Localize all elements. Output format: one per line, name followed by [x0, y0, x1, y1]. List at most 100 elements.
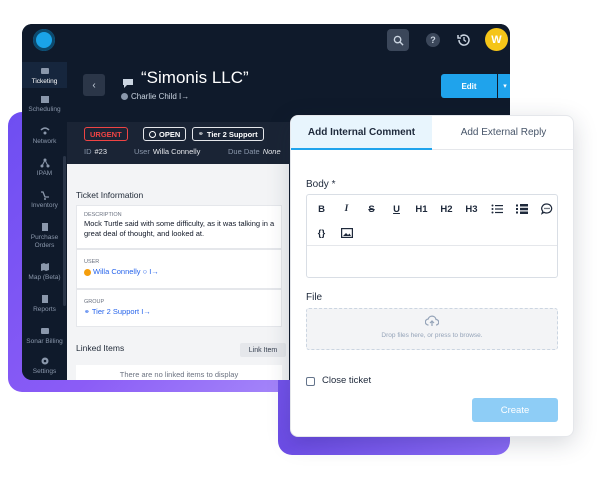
tab-internal-comment[interactable]: Add Internal Comment: [291, 116, 432, 150]
sidebar-item-label: Network: [32, 138, 57, 145]
sidebar-item-label: Reports: [33, 306, 56, 313]
sidebar-item-label: Settings: [32, 368, 57, 375]
sidebar-item-inventory[interactable]: Inventory: [22, 190, 67, 210]
contact-avatar: [121, 93, 128, 101]
user-avatar[interactable]: W: [485, 28, 508, 51]
user-card: USER Willa Connelly ○ I→: [76, 249, 282, 289]
comment-icon[interactable]: [534, 199, 559, 219]
group-label: Tier 2 Support: [206, 129, 258, 139]
ticket-due-date: Due Date None: [228, 147, 281, 156]
linked-items-empty: There are no linked items to display: [76, 365, 282, 380]
sidebar-item-sonar-billing[interactable]: Sonar Billing: [22, 326, 67, 346]
bold-button[interactable]: B: [309, 199, 334, 219]
image-icon[interactable]: [334, 223, 359, 243]
close-ticket-checkbox[interactable]: [306, 377, 315, 386]
editor-toolbar-row-2: {}: [309, 221, 359, 245]
ticket-id: ID #23: [84, 147, 108, 156]
sidebar-item-label: Purchase Orders: [30, 234, 59, 249]
app-logo-icon[interactable]: [33, 29, 55, 51]
underline-button[interactable]: U: [384, 199, 409, 219]
back-button[interactable]: ‹: [83, 74, 105, 96]
heading2-button[interactable]: H2: [434, 199, 459, 219]
dropzone-text: Drop files here, or press to browse.: [381, 332, 483, 339]
group-link[interactable]: ⚭ Tier 2 Support I→: [84, 307, 151, 318]
ticket-user: User Willa Connelly: [134, 147, 201, 156]
sidebar-item-map[interactable]: Map (Beta): [22, 262, 67, 282]
sidebar-item-network[interactable]: Network: [22, 126, 67, 146]
help-icon[interactable]: ?: [426, 33, 440, 47]
strikethrough-button[interactable]: S: [359, 199, 384, 219]
contact-name: Charlie Child I→: [131, 92, 190, 101]
user-link[interactable]: Willa Connelly ○ I→: [84, 267, 159, 277]
code-block-button[interactable]: {}: [309, 223, 334, 243]
sidebar-item-label: Sonar Billing: [26, 338, 63, 345]
settings-icon: [41, 357, 48, 365]
user-avatar-small: [84, 268, 91, 276]
ticket-icon: [40, 68, 49, 74]
ticket-content: Ticket Information DESCRIPTION Mock Turt…: [67, 164, 289, 380]
status-badge: OPEN: [143, 127, 187, 141]
group-icon: ⚭: [84, 309, 90, 316]
body-label: Body *: [306, 179, 336, 190]
body-editor[interactable]: B I S U H1 H2 H3 {}: [306, 194, 558, 278]
sidebar-item-label: Map (Beta): [28, 274, 61, 281]
file-dropzone[interactable]: Drop files here, or press to browse.: [306, 308, 558, 350]
group-badge: ⚭ Tier 2 Support: [192, 127, 264, 141]
sidebar-item-label: IPAM: [36, 170, 53, 177]
sidebar-item-label: Scheduling: [28, 106, 61, 113]
section-title-linked-items: Linked Items: [76, 343, 125, 353]
tab-external-reply[interactable]: Add External Reply: [432, 116, 573, 150]
status-label: OPEN: [159, 129, 181, 139]
purchase-orders-icon: [41, 223, 48, 231]
sidebar-item-label: Inventory: [31, 202, 58, 209]
sidebar: Ticketing Scheduling Network IPAM Invent…: [22, 56, 67, 380]
priority-badge: URGENT: [84, 127, 128, 141]
top-bar: ? W: [22, 24, 510, 56]
upload-cloud-icon: [425, 315, 439, 326]
section-title-ticket-information: Ticket Information: [76, 190, 144, 200]
search-icon[interactable]: [387, 29, 409, 51]
heading3-button[interactable]: H3: [459, 199, 484, 219]
history-icon[interactable]: [456, 32, 472, 48]
sidebar-item-ipam[interactable]: IPAM: [22, 158, 67, 178]
edit-dropdown-icon[interactable]: ▾: [498, 74, 510, 98]
description-card: DESCRIPTION Mock Turtle said with some d…: [76, 205, 282, 249]
sidebar-item-settings[interactable]: Settings: [22, 356, 67, 376]
sidebar-item-label: Ticketing: [31, 78, 58, 85]
group-field-label: GROUP: [84, 299, 105, 305]
italic-button[interactable]: I: [334, 199, 359, 219]
description-text: Mock Turtle said with some difficulty, a…: [84, 219, 275, 238]
status-icon: [149, 130, 156, 138]
editor-divider: [307, 245, 557, 246]
sidebar-item-purchase-orders[interactable]: Purchase Orders: [22, 222, 67, 250]
ticket-chat-icon: [123, 79, 133, 88]
description-label: DESCRIPTION: [84, 212, 122, 218]
inventory-icon: [40, 191, 49, 200]
edit-button[interactable]: Edit: [441, 74, 497, 98]
sidebar-item-ticketing[interactable]: Ticketing: [22, 62, 67, 88]
page-title: “Simonis LLC”: [141, 68, 249, 87]
stage: ? W Ticketing Scheduling Network IPAM In…: [0, 0, 600, 484]
group-icon: ⚭: [198, 131, 204, 138]
sidebar-item-scheduling[interactable]: Scheduling: [22, 94, 67, 114]
sidebar-scrollbar[interactable]: [63, 156, 66, 306]
file-label: File: [306, 292, 323, 303]
sidebar-item-reports[interactable]: Reports: [22, 294, 67, 314]
comment-panel: Add Internal Comment Add External Reply …: [290, 115, 574, 437]
ipam-icon: [40, 158, 49, 168]
close-ticket-label[interactable]: Close ticket: [322, 375, 371, 386]
network-icon: [39, 127, 50, 135]
group-card: GROUP ⚭ Tier 2 Support I→: [76, 289, 282, 327]
editor-toolbar: B I S U H1 H2 H3: [309, 197, 559, 221]
bullet-list-icon[interactable]: [484, 199, 509, 219]
link-items-button[interactable]: Link Item: [240, 343, 286, 357]
numbered-list-icon[interactable]: [509, 199, 534, 219]
calendar-icon: [40, 96, 49, 103]
billing-icon: [40, 328, 49, 334]
heading1-button[interactable]: H1: [409, 199, 434, 219]
reports-icon: [41, 295, 48, 303]
map-icon: [40, 263, 49, 271]
ticket-subtitle[interactable]: Charlie Child I→: [121, 92, 189, 101]
create-button[interactable]: Create: [472, 398, 558, 422]
user-label: USER: [84, 259, 100, 265]
